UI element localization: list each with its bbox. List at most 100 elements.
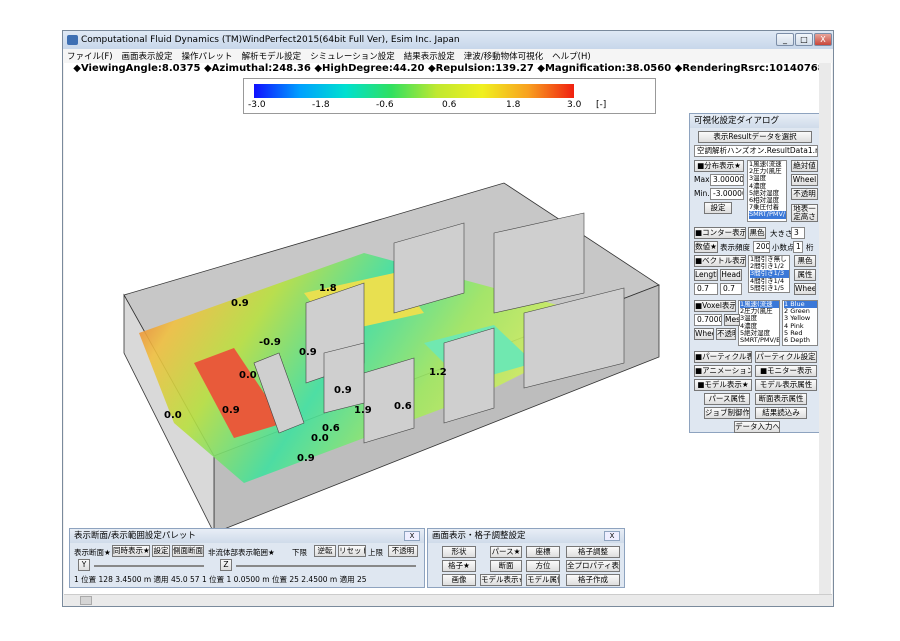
select-result-button[interactable]: 表示Resultデータを選択 [698,131,812,143]
decimal-input[interactable]: 1 [793,241,803,253]
model-attr-button[interactable]: モデル表示属性 [755,379,817,391]
section-button[interactable]: 断面 [490,560,522,572]
max-input[interactable]: 3.00000 [710,174,744,186]
sync-display-button[interactable]: 同時表示★ [112,545,150,557]
distribution-list[interactable]: 1風速(流速 2圧力(風圧 3温度 4濃度 5絶対湿度 6相対湿度 7乗圧付着 … [747,160,787,222]
image-button[interactable]: 画像 [442,574,476,586]
opaque-button-3[interactable]: 不透明 [388,545,418,557]
list-item[interactable]: 6 Depth [784,336,817,344]
opaque-button-2[interactable]: 不透明 [716,328,736,340]
y-slider[interactable] [94,565,204,567]
data-input-button[interactable]: データ入力へ [734,421,780,433]
mesh-button[interactable]: Mesh [724,314,740,326]
close-icon[interactable]: X [404,531,420,541]
list-item[interactable]: SMRT/PMV/ [749,211,786,219]
voxel-input[interactable]: 0.70000 [694,314,722,326]
window-title: Computational Fluid Dynamics (TM)WindPer… [81,35,460,45]
lower-label: 下限 [292,548,307,557]
reverse-button[interactable]: 逆転 [314,545,336,557]
y-axis-button[interactable]: Y [78,559,90,571]
maximize-button[interactable]: □ [795,33,813,46]
grid-create-button[interactable]: 格子作成 [566,574,620,586]
opaque-button[interactable]: 不透明 [791,188,818,200]
menu-model[interactable]: 解析モデル設定 [242,50,302,62]
model-display-button-2[interactable]: モデル表示★ [480,574,522,586]
black-button-2[interactable]: 黒色 [794,255,816,267]
vector-button[interactable]: ■ベクトル表示★ [694,255,746,267]
result-file-field[interactable]: 空調解析ハンズオン.ResultData1.rst [694,145,818,157]
contour-label: 0.9 [334,385,352,396]
absolute-button[interactable]: 絶対値 [791,160,818,172]
menu-tsunami[interactable]: 津波/移動物体可視化 [464,50,543,62]
display-grid-palette: 画面表示・格子調整設定 X 形状 パース★ 座標 格子調整 格子★ 断面 方位 全… [427,528,625,588]
min-input[interactable]: -3.00000 [710,188,744,200]
length-button[interactable]: Length [694,269,718,281]
voxel-color-list[interactable]: 1 Blue 2 Green 3 Yellow 4 Pink 5 Red 6 D… [782,300,818,346]
close-button[interactable]: X [814,33,832,46]
contour-label: 0.9 [299,347,317,358]
settings-button[interactable]: 設定 [152,545,170,557]
shape-button[interactable]: 形状 [442,546,476,558]
head-input[interactable]: 0.7 [720,283,742,295]
decimal-label: 小数点 [772,243,795,252]
perse-attr-button[interactable]: パース属性 [704,393,750,405]
menu-help[interactable]: ヘルプ(H) [552,50,591,62]
length-input[interactable]: 0.7 [694,283,718,295]
particle-settings-button[interactable]: パーティクル設定 [755,351,817,363]
nonfluid-range-label: 非流体部表示範囲★ [208,548,275,557]
reset-button[interactable]: リセット [338,545,366,557]
grid-button[interactable]: 格子★ [442,560,476,572]
surface-button[interactable]: 地表一定高さ [791,204,818,222]
menu-sim[interactable]: シミュレーション設定 [310,50,395,62]
scroll-thumb[interactable] [80,596,92,605]
particle-button[interactable]: ■パーティクル表示 [694,351,752,363]
load-result-button[interactable]: 結果読込み [755,407,807,419]
head-button[interactable]: Head [720,269,742,281]
perse-button[interactable]: パース★ [490,546,522,558]
black-button[interactable]: 黒色 [748,227,766,239]
app-icon [67,35,78,45]
display-section-label: 表示断面★ [74,548,111,557]
voxel-button[interactable]: ■Voxel表示 [694,300,736,312]
all-property-button[interactable]: 全プロパティ表示★ [566,560,620,572]
minimize-button[interactable]: _ [776,33,794,46]
menu-file[interactable]: ファイル(F) [67,50,113,62]
section-range-palette: 表示断面/表示範囲設定パレット X 表示断面★ 同時表示★ 設定 側面断面 非流体… [69,528,425,588]
menu-palette[interactable]: 操作パレット [182,50,233,62]
horizontal-scrollbar[interactable] [64,594,832,606]
model-display-button[interactable]: ■モデル表示★ [694,379,752,391]
attribute-button[interactable]: 属性 [794,269,816,281]
z-slider[interactable] [236,565,416,567]
direction-button[interactable]: 方位 [526,560,560,572]
close-icon[interactable]: X [604,531,620,541]
menu-display[interactable]: 画面表示設定 [122,50,173,62]
coordinate-button[interactable]: 座標 [526,546,560,558]
wheel-button-2[interactable]: Wheel [794,283,816,295]
palette-title: 表示断面/表示範囲設定パレット X [70,529,424,543]
list-item[interactable]: 5間引き1/5 [750,284,789,292]
job-control-button[interactable]: ジョブ制御作結果 [704,407,750,419]
list-item[interactable]: SMRT/PMV/B [740,336,779,344]
number-button[interactable]: 数値★ [694,241,718,253]
vector-thin-list[interactable]: 1間引き無し 2間引き1/2 3間引き1/3 4間引き1/4 5間引き1/5 [748,255,790,293]
animation-button[interactable]: ■アニメーション表示 [694,365,752,377]
section-attr-button[interactable]: 断面表示属性 [755,393,807,405]
menu-result[interactable]: 結果表示設定 [404,50,455,62]
set-button[interactable]: 設定 [704,202,732,214]
model-attribute-button[interactable]: モデル属性 [526,574,560,586]
digit-label: 桁 [806,243,814,252]
z-axis-button[interactable]: Z [220,559,232,571]
freq-input[interactable]: 200 [753,241,770,253]
app-window: Computational Fluid Dynamics (TM)WindPer… [62,30,834,607]
contour-label: 0.6 [394,401,412,412]
wheel-button-3[interactable]: Wheel [694,328,714,340]
voxel-list[interactable]: 1風速(流速 2圧力(風圧 3温度 4濃度 5絶対湿度 SMRT/PMV/B [738,300,780,346]
grid-adjust-button[interactable]: 格子調整 [566,546,620,558]
vertical-scrollbar[interactable] [819,63,831,594]
contour-button[interactable]: ■コンター表示★ [694,227,746,239]
wheel-button[interactable]: Wheel [791,174,818,186]
monitor-button[interactable]: ■モニター表示 [755,365,817,377]
distribution-button[interactable]: ■分布表示★ [694,160,744,172]
size-input[interactable]: 3 [791,227,805,239]
side-section-button[interactable]: 側面断面 [172,545,204,557]
